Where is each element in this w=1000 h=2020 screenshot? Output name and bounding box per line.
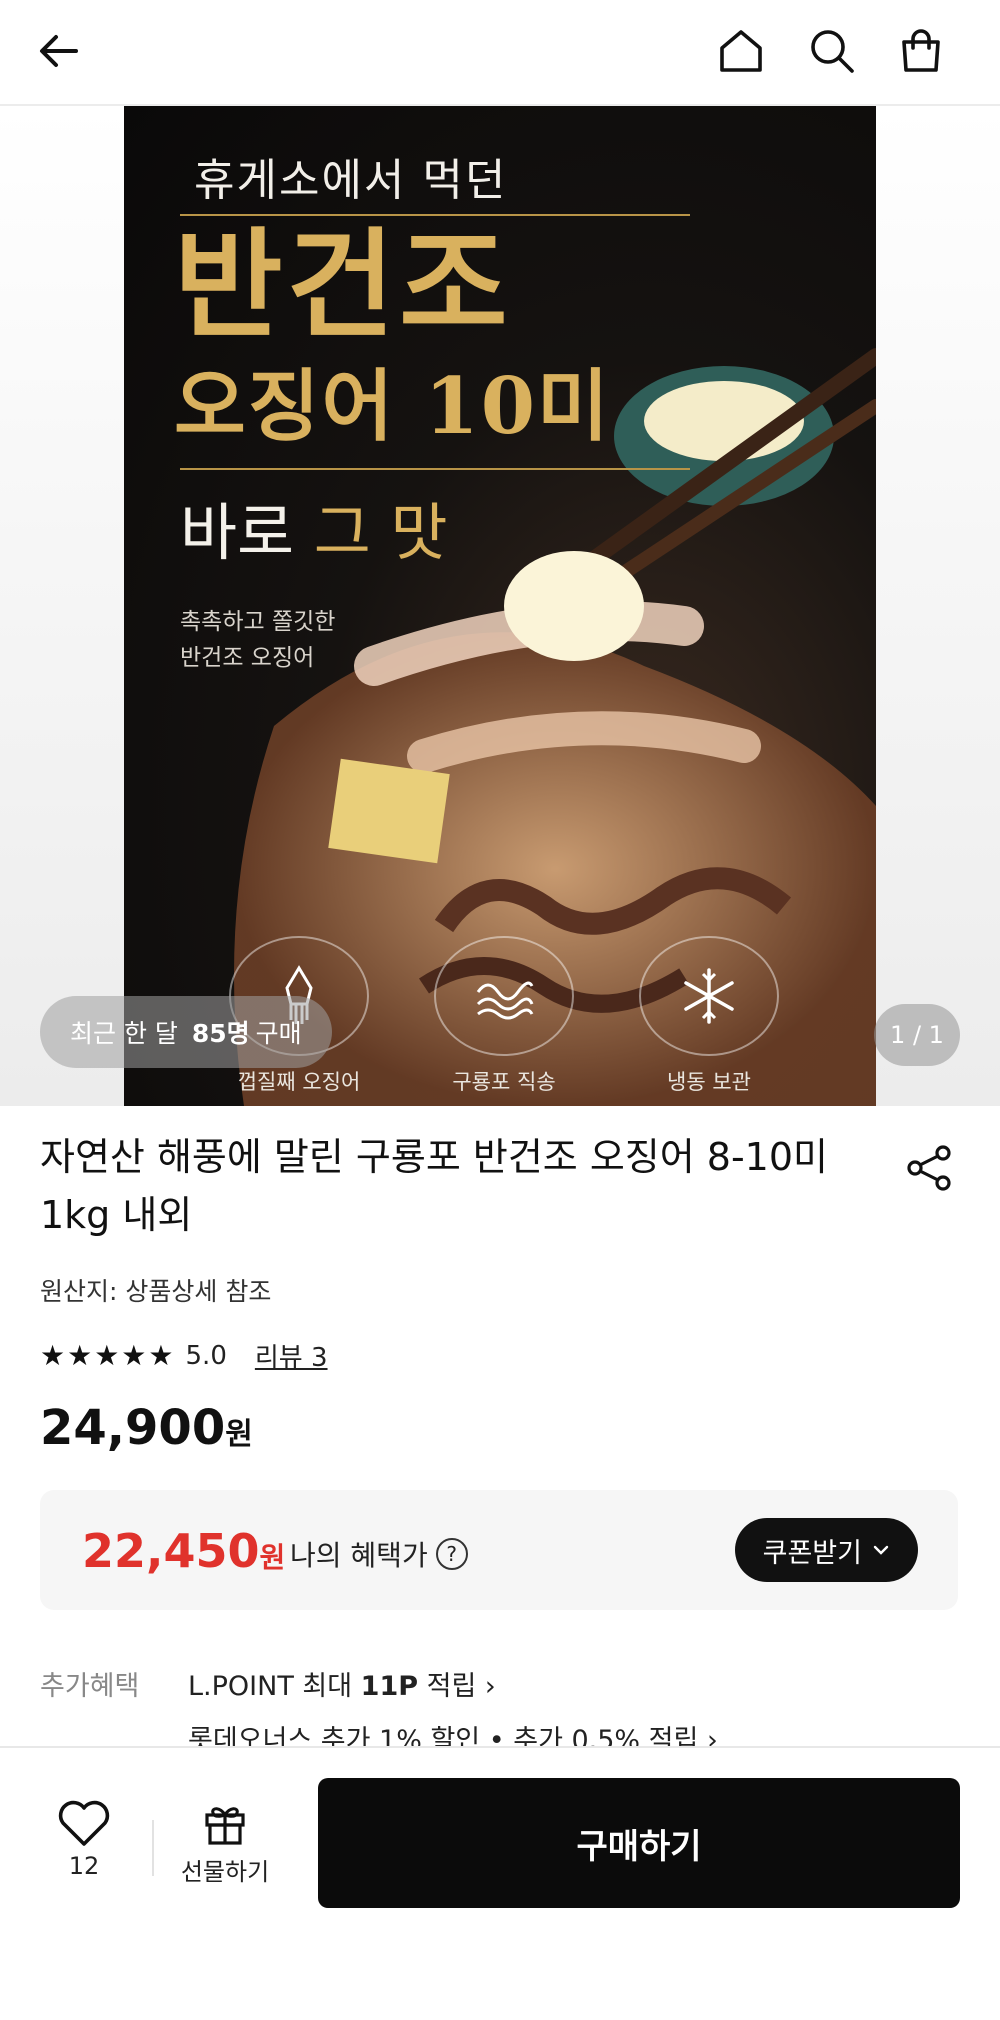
- review-link[interactable]: 리뷰 3: [255, 1337, 328, 1374]
- badge-label: 냉동 보관: [667, 1070, 751, 1094]
- star-rating-icon: ★★★★★: [40, 1339, 176, 1372]
- benefit-price-value: 22,450: [82, 1524, 260, 1578]
- benefit-price: 22,450원: [82, 1524, 285, 1578]
- buyers-count: 85명: [191, 1019, 250, 1048]
- poster-subline-accent: 그 맛: [313, 496, 448, 569]
- chevron-down-icon: [873, 1545, 889, 1555]
- origin-info: 원산지: 상품상세 참조: [40, 1277, 272, 1306]
- snowflake-icon: [684, 968, 734, 1024]
- badge-guryongpo: 구룡포 직송: [429, 936, 579, 1096]
- buyers-suffix: 구매: [255, 1019, 302, 1048]
- gift-label: 선물하기: [180, 1858, 270, 1886]
- benefit-price-unit: 원: [259, 1541, 286, 1574]
- badge-label: 구룡포 직송: [452, 1070, 556, 1094]
- shopping-bag-icon: [902, 29, 940, 72]
- buy-button[interactable]: 구매하기: [318, 1778, 960, 1908]
- rating-score: 5.0: [185, 1340, 227, 1371]
- lpoint-points: 11P: [360, 1671, 419, 1702]
- poster-subline-text: 바로: [180, 496, 314, 569]
- chevron-right-icon: ›: [484, 1671, 496, 1702]
- poster-divider: [180, 468, 690, 470]
- coupon-button-label: 쿠폰받기: [762, 1537, 862, 1569]
- lpoint-benefit-link[interactable]: L.POINT 최대 11P 적립 ›: [188, 1664, 496, 1703]
- image-counter: 1 / 1: [874, 1004, 960, 1066]
- arrow-left-icon: [40, 35, 78, 67]
- poster-headline-2: 오징어 10미: [174, 361, 611, 452]
- rating-row: ★★★★★ 5.0 리뷰 3: [40, 1337, 328, 1374]
- share-icon: [907, 1145, 951, 1191]
- original-price: 24,900원: [40, 1400, 253, 1456]
- extra-benefit-label: 추가혜택: [40, 1671, 140, 1702]
- poster-headline: 반건조: [174, 215, 512, 354]
- wishlist-count: 12: [68, 1852, 100, 1880]
- benefit-label-text: 나의 혜택가: [290, 1539, 428, 1572]
- poster-top-line: 휴게소에서 먹던: [194, 155, 508, 206]
- recent-buyers-pill: 최근 한 달 85명 구매: [40, 996, 332, 1068]
- gift-button[interactable]: 선물하기: [170, 1798, 280, 1887]
- benefit-price-box: 22,450원 나의 혜택가? 쿠폰받기: [40, 1490, 958, 1610]
- help-icon[interactable]: ?: [435, 1538, 468, 1570]
- home-icon: [720, 30, 762, 72]
- poster-copy: 촉촉하고 쫄깃한 반건조 오징어: [180, 609, 336, 671]
- back-button[interactable]: [22, 14, 96, 88]
- buyers-prefix: 최근 한 달: [70, 1019, 178, 1048]
- wishlist-button[interactable]: 12: [44, 1798, 124, 1880]
- lpoint-prefix: L.POINT 최대: [188, 1671, 361, 1702]
- bottom-action-bar: 12 선물하기 구매하기: [0, 1746, 1000, 2020]
- cart-button[interactable]: [884, 14, 958, 88]
- divider: [152, 1820, 154, 1876]
- wave-icon: [476, 981, 534, 1020]
- badge-label: 껍질째 오징어: [237, 1070, 361, 1094]
- product-image-carousel[interactable]: 휴게소에서 먹던 반건조 오징어 10미 바로 그 맛 촉촉하고 쫄깃한 반건조…: [0, 106, 1000, 1106]
- home-button[interactable]: [704, 14, 778, 88]
- product-poster-image: 휴게소에서 먹던 반건조 오징어 10미 바로 그 맛 촉촉하고 쫄깃한 반건조…: [124, 106, 876, 1106]
- badge-frozen: 냉동 보관: [634, 936, 784, 1096]
- gift-icon: [205, 1807, 245, 1845]
- lpoint-suffix: 적립: [418, 1671, 477, 1702]
- poster-subline: 바로 그 맛: [180, 482, 448, 572]
- price-value: 24,900: [40, 1400, 226, 1456]
- heart-icon: [58, 1800, 110, 1846]
- coupon-button[interactable]: 쿠폰받기: [734, 1518, 918, 1582]
- search-icon: [811, 30, 854, 73]
- price-unit: 원: [225, 1417, 253, 1452]
- share-button[interactable]: [898, 1136, 962, 1200]
- search-button[interactable]: [795, 14, 869, 88]
- benefit-label: 나의 혜택가?: [290, 1534, 468, 1574]
- top-header: [0, 0, 1000, 106]
- product-title: 자연산 해풍에 말린 구룡포 반건조 오징어 8-10미 1kg 내외: [40, 1135, 828, 1237]
